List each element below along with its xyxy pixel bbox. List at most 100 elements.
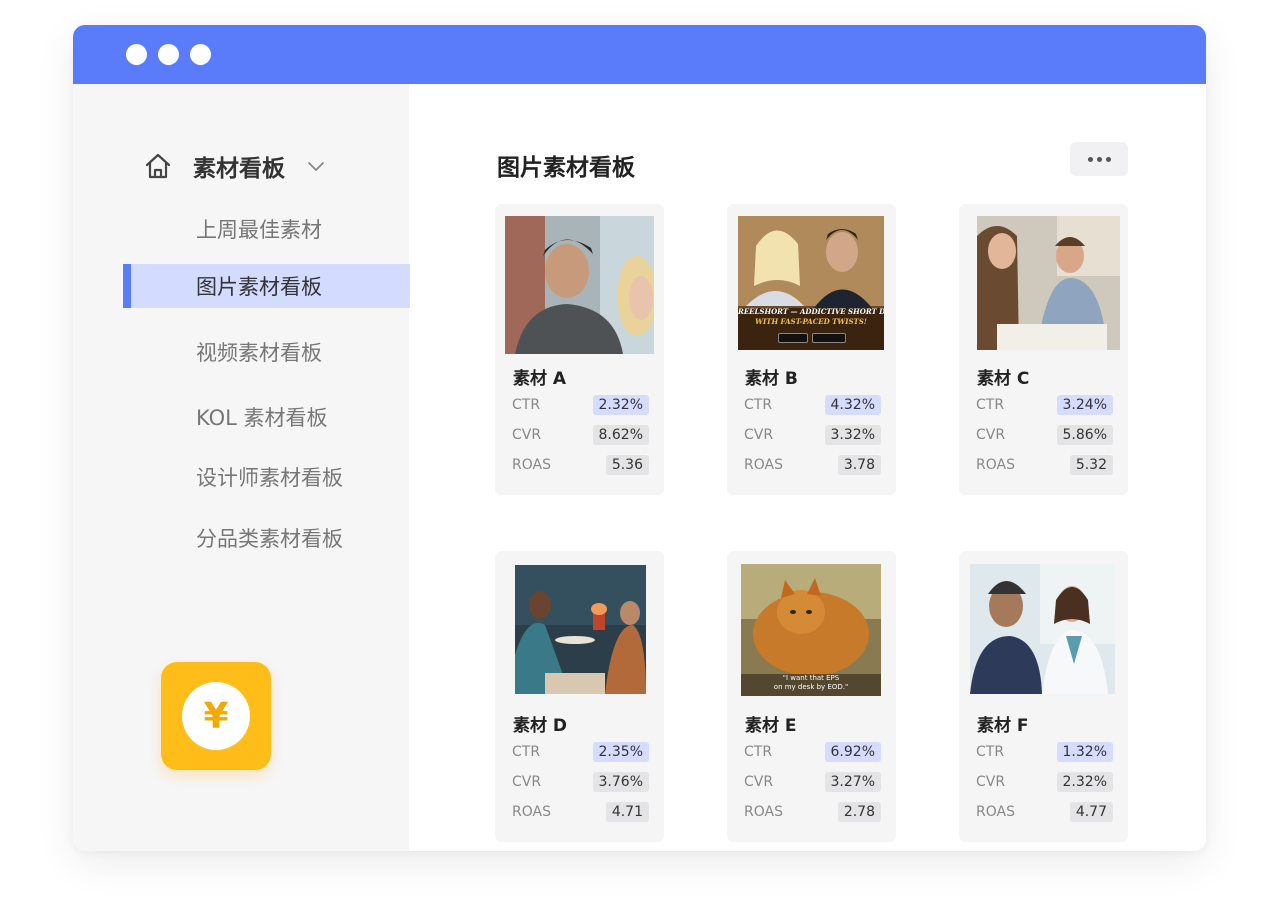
yuan-app-icon[interactable]: ¥: [161, 662, 271, 770]
sidebar-item-label: 上周最佳素材: [196, 218, 322, 242]
metric-label: ROAS: [512, 804, 551, 820]
metric-row-cvr: CVR 3.27%: [744, 771, 881, 793]
card-thumbnail[interactable]: [970, 564, 1115, 694]
sidebar-item-last-week-best[interactable]: 上周最佳素材: [123, 207, 410, 251]
chevron-down-icon[interactable]: [307, 157, 325, 175]
metric-label: CVR: [744, 774, 774, 790]
metric-value: 3.27%: [824, 772, 881, 792]
metric-row-ctr: CTR 2.35%: [512, 741, 649, 763]
metric-label: CTR: [976, 744, 1005, 760]
sidebar-item-image-board[interactable]: 图片素材看板: [123, 264, 410, 308]
material-card-f[interactable]: 素材 F CTR 1.32% CVR 2.32% ROAS 4.77: [959, 551, 1128, 842]
metric-label: CTR: [512, 397, 541, 413]
metric-value: 3.32%: [824, 425, 881, 445]
google-play-badge-icon: [812, 333, 846, 343]
app-store-badge-icon: [778, 333, 808, 343]
window-dot-maximize[interactable]: [190, 44, 211, 65]
metric-label: CTR: [744, 744, 773, 760]
more-dot: [1087, 156, 1093, 162]
card-title: 素材 E: [745, 716, 797, 736]
sidebar: 素材看板 上周最佳素材 图片素材看板 视频素材看板 KOL 素材看板 设计师素材…: [73, 84, 410, 851]
card-title: 素材 F: [977, 716, 1029, 736]
metric-value: 8.62%: [592, 425, 649, 445]
metric-value: 3.24%: [1056, 395, 1113, 415]
card-thumbnail[interactable]: [505, 216, 654, 354]
metric-value: 2.35%: [592, 742, 649, 762]
card-title: 素材 C: [977, 369, 1030, 389]
metric-row-cvr: CVR 8.62%: [512, 424, 649, 446]
metric-label: CVR: [744, 427, 774, 443]
card-thumbnail[interactable]: [515, 565, 646, 694]
metric-label: ROAS: [512, 457, 551, 473]
metric-label: CTR: [744, 397, 773, 413]
metric-row-roas: ROAS 5.36: [512, 454, 649, 476]
metric-row-ctr: CTR 4.32%: [744, 394, 881, 416]
sidebar-item-label: 视频素材看板: [196, 341, 322, 365]
metric-row-ctr: CTR 6.92%: [744, 741, 881, 763]
app-window: 素材看板 上周最佳素材 图片素材看板 视频素材看板 KOL 素材看板 设计师素材…: [73, 25, 1206, 851]
sidebar-item-video-board[interactable]: 视频素材看板: [123, 330, 410, 374]
material-card-b[interactable]: REELSHORT — ADDICTIVE SHORT DRAMAS WITH …: [727, 204, 896, 495]
metric-row-roas: ROAS 3.78: [744, 454, 881, 476]
metric-label: CTR: [512, 744, 541, 760]
metric-value: 2.32%: [592, 395, 649, 415]
more-dot: [1105, 156, 1111, 162]
metric-value: 4.77: [1069, 802, 1113, 822]
sidebar-item-label: KOL 素材看板: [196, 406, 328, 430]
card-thumbnail[interactable]: "I want that EPS on my desk by EOD.": [741, 564, 881, 696]
thumbnail-caption: "I want that EPS on my desk by EOD.": [773, 674, 849, 691]
material-card-d[interactable]: 素材 D CTR 2.35% CVR 3.76% ROAS 4.71: [495, 551, 664, 842]
sidebar-item-label: 图片素材看板: [196, 275, 322, 299]
metric-row-cvr: CVR 2.32%: [976, 771, 1113, 793]
metric-label: ROAS: [976, 457, 1015, 473]
metric-value: 5.32: [1069, 455, 1113, 475]
sidebar-header[interactable]: 素材看板: [143, 150, 325, 182]
metric-value: 4.32%: [824, 395, 881, 415]
metric-label: CVR: [512, 427, 542, 443]
home-icon: [145, 153, 171, 179]
sidebar-item-kol-board[interactable]: KOL 素材看板: [123, 395, 410, 439]
material-card-a[interactable]: 素材 A CTR 2.32% CVR 8.62% ROAS 5.36: [495, 204, 664, 495]
metric-label: ROAS: [976, 804, 1015, 820]
thumbnail-banner-text: REELSHORT — ADDICTIVE SHORT DRAMAS WITH …: [738, 307, 884, 326]
sidebar-header-label: 素材看板: [193, 156, 285, 182]
metric-value: 3.78: [837, 455, 881, 475]
metric-value: 5.86%: [1056, 425, 1113, 445]
card-thumbnail[interactable]: [977, 216, 1120, 350]
main-content: 图片素材看板 素材 A CTR 2.32% CVR 8.62% ROAS 5.3…: [409, 84, 1206, 851]
material-card-e[interactable]: "I want that EPS on my desk by EOD." 素材 …: [727, 551, 896, 842]
metric-row-cvr: CVR 3.76%: [512, 771, 649, 793]
sidebar-item-designer-board[interactable]: 设计师素材看板: [123, 455, 410, 499]
metric-label: ROAS: [744, 457, 783, 473]
metric-label: CVR: [512, 774, 542, 790]
metric-label: CVR: [976, 427, 1006, 443]
metric-value: 3.76%: [592, 772, 649, 792]
sidebar-item-label: 分品类素材看板: [196, 527, 343, 551]
more-options-button[interactable]: [1070, 142, 1128, 176]
card-title: 素材 A: [513, 369, 567, 389]
metric-row-roas: ROAS 4.71: [512, 801, 649, 823]
sidebar-item-category-board[interactable]: 分品类素材看板: [123, 516, 410, 560]
metric-row-cvr: CVR 3.32%: [744, 424, 881, 446]
metric-value: 2.78: [837, 802, 881, 822]
card-title: 素材 D: [513, 716, 568, 736]
metric-row-cvr: CVR 5.86%: [976, 424, 1113, 446]
metric-row-ctr: CTR 2.32%: [512, 394, 649, 416]
metric-label: CTR: [976, 397, 1005, 413]
window-dot-close[interactable]: [126, 44, 147, 65]
card-thumbnail[interactable]: REELSHORT — ADDICTIVE SHORT DRAMAS WITH …: [738, 216, 884, 350]
metric-label: ROAS: [744, 804, 783, 820]
metric-row-ctr: CTR 1.32%: [976, 741, 1113, 763]
card-title: 素材 B: [745, 369, 798, 389]
metric-value: 1.32%: [1056, 742, 1113, 762]
page-title: 图片素材看板: [497, 155, 635, 181]
metric-value: 5.36: [605, 455, 649, 475]
material-card-c[interactable]: 素材 C CTR 3.24% CVR 5.86% ROAS 5.32: [959, 204, 1128, 495]
more-dot: [1096, 156, 1102, 162]
yuan-icon: ¥: [182, 682, 250, 750]
metric-row-roas: ROAS 4.77: [976, 801, 1113, 823]
metric-value: 6.92%: [824, 742, 881, 762]
window-dot-minimize[interactable]: [158, 44, 179, 65]
metric-value: 2.32%: [1056, 772, 1113, 792]
sidebar-item-label: 设计师素材看板: [196, 466, 343, 490]
